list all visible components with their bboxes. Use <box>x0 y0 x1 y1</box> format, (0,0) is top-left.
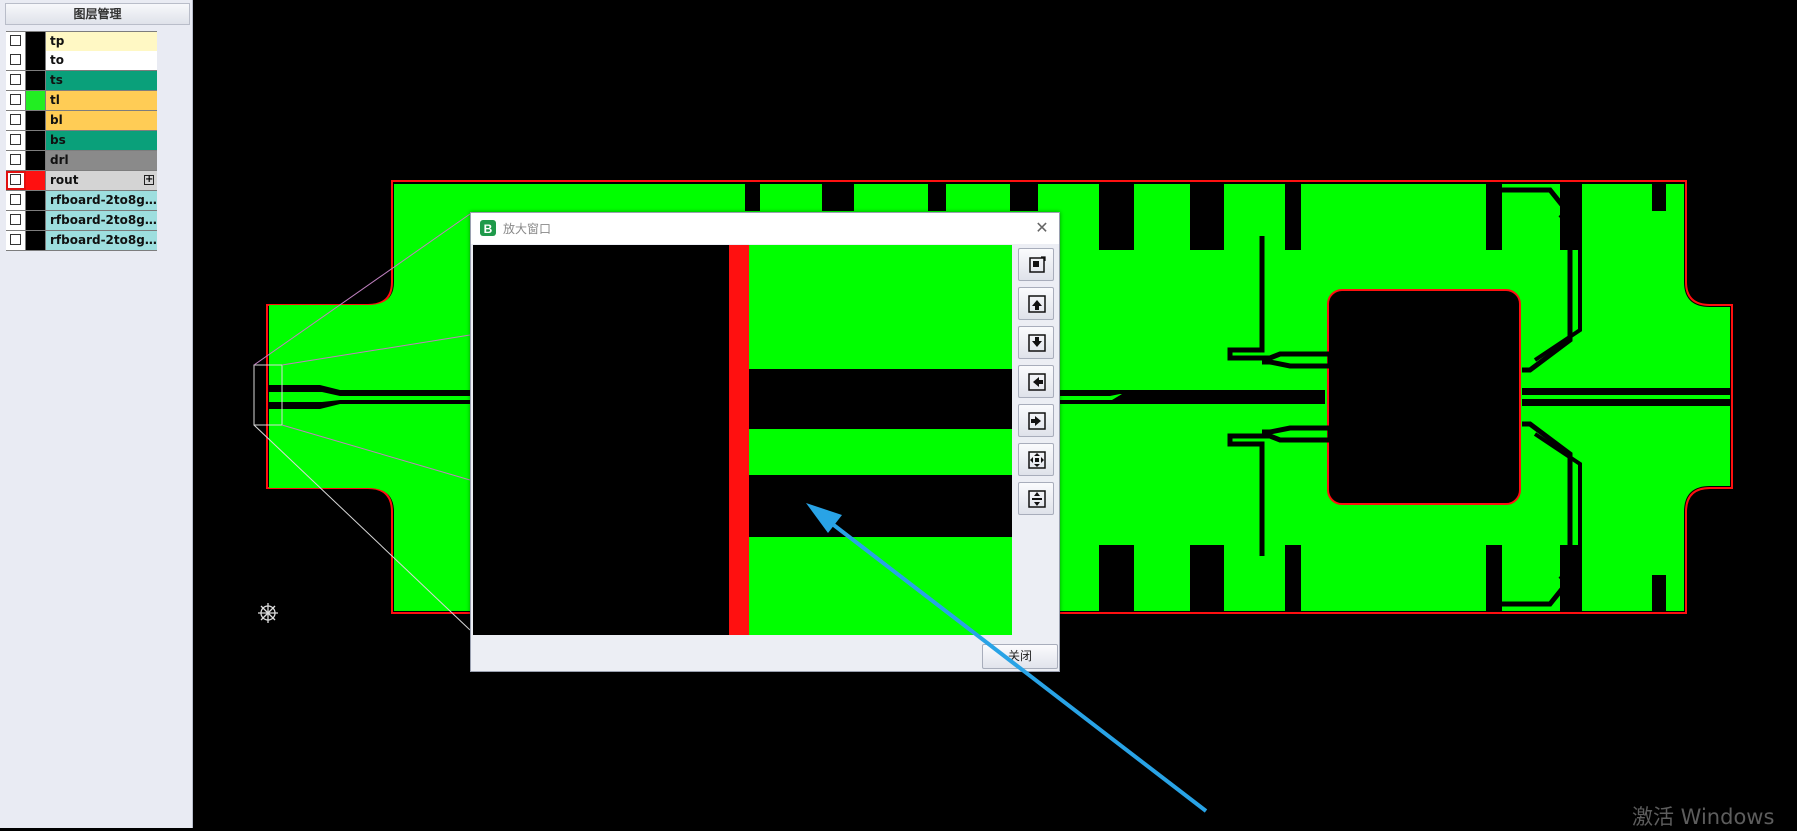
move-right-button[interactable] <box>1018 404 1054 437</box>
layer-name[interactable]: bl <box>46 111 157 130</box>
mag-copper-trace <box>749 429 1012 475</box>
layer-visibility-checkbox[interactable] <box>6 231 26 250</box>
layer-color-swatch[interactable] <box>26 211 46 230</box>
layer-row[interactable]: rout + <box>6 171 157 191</box>
checkbox-icon <box>10 35 21 46</box>
move-down-button[interactable] <box>1018 326 1054 359</box>
magnifier-titlebar[interactable]: B 放大窗口 ✕ <box>471 213 1059 244</box>
checkbox-icon <box>10 134 21 145</box>
layer-row[interactable]: rfboard-2to8gh... <box>6 211 157 231</box>
layer-visibility-checkbox[interactable] <box>6 91 26 110</box>
close-button[interactable]: 关闭 <box>982 644 1058 669</box>
layer-color-swatch[interactable] <box>26 111 46 130</box>
layer-color-swatch[interactable] <box>26 32 46 51</box>
layer-row[interactable]: rfboard-2to8gh... <box>6 231 157 251</box>
layer-color-swatch[interactable] <box>26 51 46 70</box>
layer-row[interactable]: tl <box>6 91 157 111</box>
layer-visibility-checkbox[interactable] <box>6 32 26 51</box>
mag-copper-top <box>749 245 1012 369</box>
layer-row[interactable]: rfboard-2to8gh... <box>6 191 157 211</box>
layer-visibility-checkbox[interactable] <box>6 171 26 190</box>
layer-visibility-checkbox[interactable] <box>6 71 26 90</box>
layer-list: tp to ts tl bl bs drl rout + rfboard-2to8gh... rfb… <box>6 31 157 251</box>
layer-name[interactable]: rfboard-2to8gh... <box>46 211 157 230</box>
expand-icon[interactable]: + <box>144 175 154 185</box>
magnifier-window[interactable]: B 放大窗口 ✕ 关闭 <box>470 212 1060 672</box>
checkbox-icon <box>10 54 21 65</box>
checkbox-icon <box>10 194 21 205</box>
layer-visibility-checkbox[interactable] <box>6 211 26 230</box>
checkbox-icon <box>10 214 21 225</box>
move-down-icon <box>1028 334 1046 352</box>
layer-visibility-checkbox[interactable] <box>6 191 26 210</box>
checkbox-icon <box>10 154 21 165</box>
mag-outline-bar <box>729 245 749 635</box>
zoom-fit-icon <box>1029 256 1046 273</box>
mag-copper-bottom <box>749 537 1012 635</box>
checkbox-icon <box>10 94 21 105</box>
checkbox-icon <box>10 114 21 125</box>
layer-row[interactable]: bs <box>6 131 157 151</box>
activation-watermark: 激活 Windows <box>1632 805 1775 829</box>
layer-name[interactable]: ts <box>46 71 157 90</box>
layer-panel: 图层管理 tp to ts tl bl bs drl rout + rfboard-2to8gh.… <box>0 0 193 828</box>
magnifier-toolbar <box>1018 248 1056 521</box>
layer-color-swatch[interactable] <box>26 131 46 150</box>
layer-color-swatch[interactable] <box>26 91 46 110</box>
layer-color-swatch[interactable] <box>26 191 46 210</box>
expand-vertical-icon <box>1028 490 1046 508</box>
layer-name[interactable]: tp <box>46 32 157 51</box>
expand-all-icon <box>1028 451 1046 469</box>
origin-marker-icon <box>258 603 278 623</box>
layer-color-swatch[interactable] <box>26 171 46 190</box>
magnified-view[interactable] <box>473 245 1012 635</box>
panel-title: 图层管理 <box>5 3 190 25</box>
layer-row[interactable]: to <box>6 51 157 71</box>
expand-vertical-button[interactable] <box>1018 482 1054 515</box>
layer-color-swatch[interactable] <box>26 231 46 250</box>
layer-name[interactable]: drl <box>46 151 157 170</box>
magnified-board <box>729 245 1012 635</box>
layer-row[interactable]: tp <box>6 31 157 51</box>
layer-name[interactable]: rout <box>46 171 157 190</box>
layer-name[interactable]: to <box>46 51 157 70</box>
layer-row[interactable]: ts <box>6 71 157 91</box>
layer-name[interactable]: rfboard-2to8gh... <box>46 191 157 210</box>
layer-color-swatch[interactable] <box>26 151 46 170</box>
magnifier-title: 放大窗口 <box>503 222 552 236</box>
layer-color-swatch[interactable] <box>26 71 46 90</box>
move-up-icon <box>1028 295 1046 313</box>
move-left-icon <box>1028 373 1046 391</box>
app-logo-icon: B <box>480 220 496 236</box>
rf-trace-right <box>1522 395 1730 399</box>
checkbox-icon <box>10 74 21 85</box>
checkbox-icon <box>10 234 21 245</box>
layer-name[interactable]: rfboard-2to8gh... <box>46 231 157 250</box>
layer-visibility-checkbox[interactable] <box>6 51 26 70</box>
layer-name[interactable]: bs <box>46 131 157 150</box>
layer-row[interactable]: drl <box>6 151 157 171</box>
checkbox-icon <box>10 174 21 185</box>
expand-all-button[interactable] <box>1018 443 1054 476</box>
move-right-icon <box>1028 412 1046 430</box>
ic-cutout <box>1327 289 1521 505</box>
layer-row[interactable]: bl <box>6 111 157 131</box>
layer-name[interactable]: tl <box>46 91 157 110</box>
layer-visibility-checkbox[interactable] <box>6 151 26 170</box>
zoom-fit-button[interactable] <box>1018 248 1054 281</box>
layer-visibility-checkbox[interactable] <box>6 111 26 130</box>
svg-text:B: B <box>484 222 493 236</box>
move-up-button[interactable] <box>1018 287 1054 320</box>
layer-visibility-checkbox[interactable] <box>6 131 26 150</box>
close-icon[interactable]: ✕ <box>1031 217 1053 239</box>
move-left-button[interactable] <box>1018 365 1054 398</box>
